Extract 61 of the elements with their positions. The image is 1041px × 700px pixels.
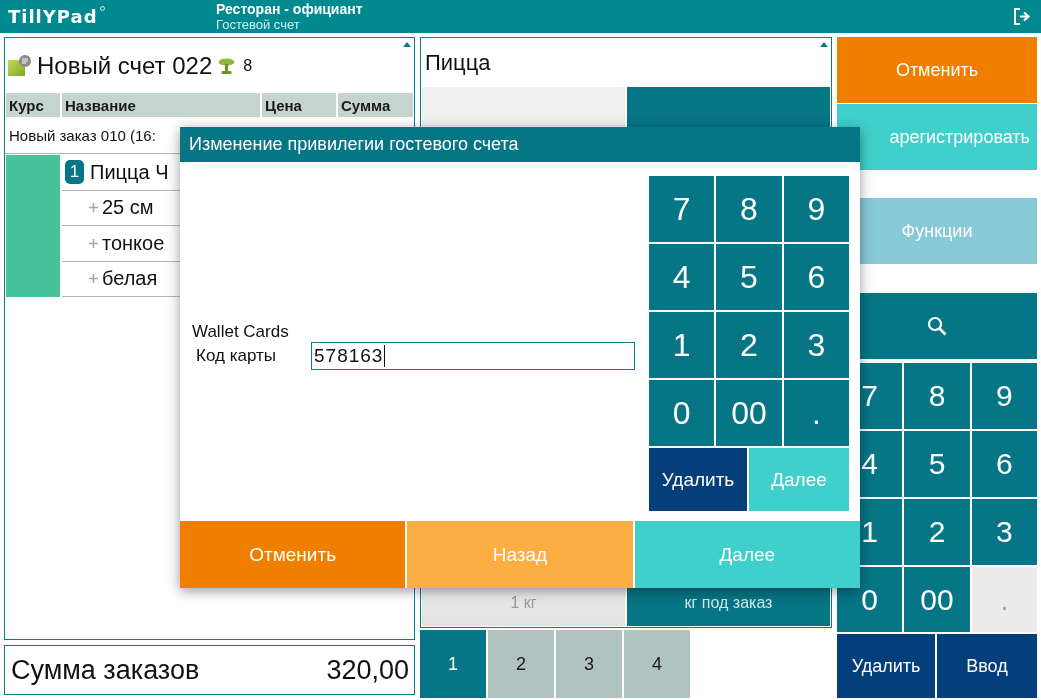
search-icon <box>927 316 947 336</box>
keypad-key[interactable]: 5 <box>904 431 970 497</box>
bill-title: Новый счет 022 <box>37 51 213 80</box>
logo: TillYPad <box>8 5 98 28</box>
keypad-key[interactable]: 8 <box>904 363 970 429</box>
delete-button[interactable]: Удалить <box>837 634 935 698</box>
screen-subtitle: Гостевой счет <box>216 17 301 32</box>
column-header: Название <box>62 93 260 117</box>
keypad-key[interactable]: 0 <box>649 380 715 446</box>
menu-category-title: Пицца <box>425 49 491 76</box>
scroll-up-icon[interactable] <box>820 42 828 47</box>
page-tab[interactable]: 2 <box>488 630 554 698</box>
cancel-button[interactable]: Отменить <box>837 37 1037 103</box>
quantity-badge: 1 <box>65 160 84 185</box>
note-icon <box>8 55 31 76</box>
keypad-key[interactable]: 1 <box>649 312 715 378</box>
card-code-field[interactable]: 578163 <box>311 341 635 370</box>
keypad-key[interactable]: 2 <box>716 312 782 378</box>
plus-icon <box>89 203 98 213</box>
app-title: Ресторан - официант <box>216 1 363 17</box>
table-icon <box>218 57 236 74</box>
modifier-name[interactable]: белая <box>102 267 158 291</box>
keypad-key[interactable]: 9 <box>971 363 1037 429</box>
exit-icon <box>1014 8 1032 25</box>
scroll-up-icon[interactable] <box>403 42 411 47</box>
registered-mark-icon <box>99 5 105 11</box>
page-tab[interactable]: 1 <box>420 630 486 698</box>
keypad-key[interactable]: 6 <box>971 431 1037 497</box>
enter-button[interactable]: Ввод <box>937 634 1037 698</box>
keypad-key[interactable]: 6 <box>783 244 849 310</box>
plus-icon <box>89 238 98 248</box>
column-header: Цена <box>262 93 336 117</box>
cancel-button[interactable]: Отменить <box>180 521 406 588</box>
column-header: Сумма <box>338 93 413 117</box>
total-label: Сумма заказов <box>11 654 200 686</box>
order-label: Новый заказ 010 (16: <box>9 126 156 144</box>
guest-count: 8 <box>243 56 253 75</box>
keypad-key[interactable]: 3 <box>783 312 849 378</box>
keypad-key[interactable]: 00 <box>716 380 782 446</box>
keypad-key[interactable]: 00 <box>904 567 970 632</box>
keypad-key[interactable]: 8 <box>716 176 782 242</box>
dialog-title: Изменение привилегии гостевого счета <box>180 127 860 162</box>
keypad-key[interactable]: 9 <box>783 176 849 242</box>
modifier-name[interactable]: тонкое <box>102 231 165 255</box>
page-tab[interactable]: 3 <box>556 630 622 698</box>
exit-button[interactable] <box>1014 8 1032 25</box>
column-header: Курс <box>6 93 60 117</box>
keypad-key[interactable]: . <box>783 380 849 446</box>
modifier-name[interactable]: 25 см <box>102 196 154 220</box>
field-label: Код карты <box>195 345 276 366</box>
keypad-key[interactable]: 7 <box>649 176 715 242</box>
keypad-key[interactable]: 4 <box>649 244 715 310</box>
page-tab[interactable]: 4 <box>624 630 690 698</box>
delete-button[interactable]: Удалить <box>649 448 747 511</box>
plus-icon <box>89 274 98 284</box>
dish-name[interactable]: Пицца Ч <box>90 160 169 184</box>
keypad-key[interactable]: 3 <box>971 499 1037 565</box>
keypad-key[interactable]: 5 <box>716 244 782 310</box>
keypad-key[interactable]: 2 <box>904 499 970 565</box>
total-amount: 320,00 <box>326 654 409 686</box>
program-name: Wallet Cards <box>192 321 289 342</box>
